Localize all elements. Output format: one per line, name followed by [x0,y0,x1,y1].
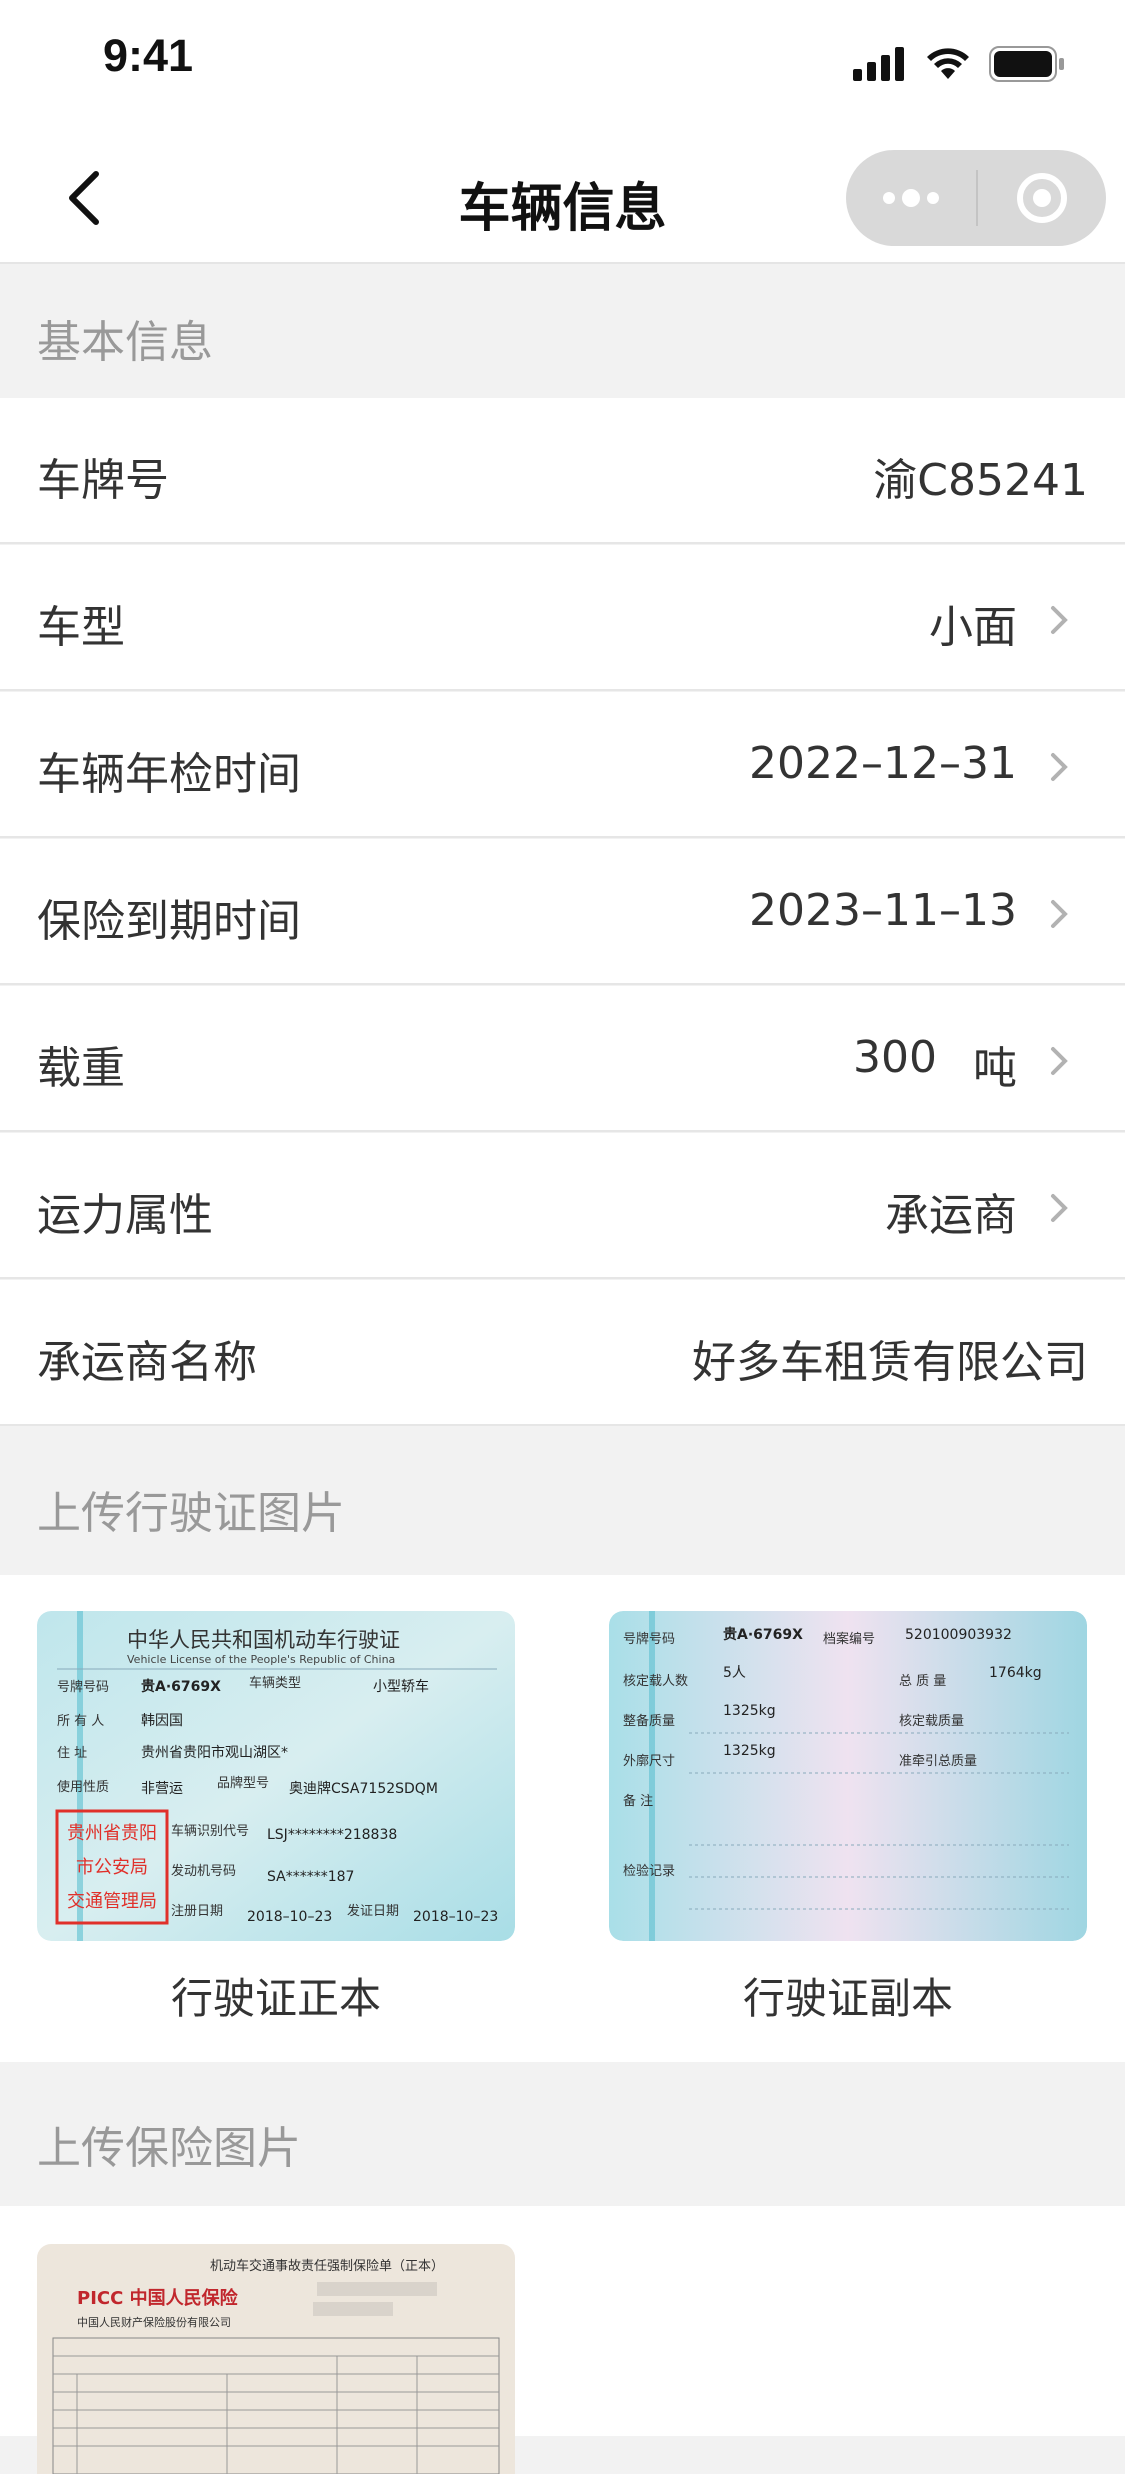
total-label: 总 质 量 [899,1674,946,1689]
more-dots-icon [883,189,939,207]
row-value: 承运商 [885,1190,1017,1241]
file-value: 520100903932 [905,1627,1012,1643]
row-label: 保险到期时间 [37,896,301,947]
license-title-en: Vehicle License of the People's Republic… [127,1653,395,1666]
close-target-icon [1017,173,1067,223]
status-icons [853,44,1065,84]
row-insurance-expiry[interactable]: 保险到期时间 2023–11–13 [0,839,1125,985]
status-bar: 9:41 [0,0,1125,132]
model-value: 奥迪牌CSA7152SDQM [289,1780,438,1797]
load-value: 300 [853,1032,937,1083]
row-carrier-name: 承运商名称 好多车租赁有限公司 [0,1280,1125,1426]
load-unit: 吨 [973,1043,1017,1094]
row-label: 车牌号 [37,455,169,506]
battery-icon [989,46,1064,82]
row-load-capacity[interactable]: 载重 300 吨 [0,986,1125,1132]
size-value: 1325kg [723,1743,776,1759]
use-label: 使用性质 [57,1779,109,1795]
chevron-right-icon [1051,753,1068,781]
total-value: 1764kg [989,1665,1042,1681]
seats-label: 核定载人数 [623,1674,688,1689]
tow-label: 准牵引总质量 [899,1754,977,1769]
mini-program-capsule [846,150,1106,246]
chevron-right-icon [1051,606,1068,634]
insurance-image[interactable]: 机动车交通事故责任强制保险单（正本） PICC 中国人民保险 中国人民财产保险股… [37,2244,515,2474]
size-label: 外廓尺寸 [623,1753,675,1769]
license-upload-area: 中华人民共和国机动车行驶证 Vehicle License of the Peo… [0,1575,1125,2062]
row-value: 好多车租赁有限公司 [692,1337,1088,1388]
chevron-right-icon [1051,900,1068,928]
chevron-right-icon [1051,1194,1068,1222]
row-label: 运力属性 [37,1190,213,1241]
license-back-image[interactable]: 号牌号码 贵A·6769X 档案编号 520100903932 核定载人数 5人… [609,1611,1087,1941]
signal-icon [853,47,904,81]
wifi-icon [927,48,969,79]
stamp-line-1: 贵州省贵阳 [67,1823,157,1844]
nav-bar: 车辆信息 [0,132,1125,264]
close-button[interactable] [978,150,1106,246]
owner-label: 所 有 人 [57,1714,104,1729]
row-capacity-attribute[interactable]: 运力属性 承运商 [0,1133,1125,1279]
owner-value: 韩因国 [141,1713,183,1729]
row-vehicle-type[interactable]: 车型 小面 [0,545,1125,691]
issue-label: 发证日期 [347,1903,399,1919]
type-value: 小型轿车 [373,1678,429,1695]
row-value: 2023–11–13 [749,885,1017,936]
section-title-license: 上传行驶证图片 [37,1488,345,1539]
row-value: 小面 [929,602,1017,653]
status-time: 9:41 [103,30,194,81]
back-plate-value: 贵A·6769X [723,1626,803,1643]
chevron-right-icon [1051,1047,1068,1075]
row-label: 车型 [37,602,125,653]
section-title-insurance: 上传保险图片 [37,2123,301,2174]
row-plate: 车牌号 渝C85241 [0,398,1125,544]
seats-value: 5人 [723,1665,746,1681]
insurance-brand: PICC 中国人民保险 [77,2287,239,2309]
license-front-caption: 行驶证正本 [170,1974,381,2023]
row-value: 渝C85241 [873,455,1088,506]
reg-label: 注册日期 [171,1904,223,1919]
load-label: 核定载质量 [899,1714,964,1729]
use-value: 非营运 [141,1781,183,1797]
more-button[interactable] [846,150,976,246]
engine-value: SA******187 [267,1869,354,1885]
license-front-image[interactable]: 中华人民共和国机动车行驶证 Vehicle License of the Peo… [37,1611,515,1941]
note-label: 备 注 [623,1793,653,1809]
model-label: 品牌型号 [217,1775,269,1791]
vin-value: LSJ********218838 [267,1827,397,1843]
section-license-upload: 上传行驶证图片 [0,1427,1125,1575]
stamp-line-3: 交通管理局 [67,1891,157,1912]
inspect-label: 检验记录 [623,1863,675,1879]
file-label: 档案编号 [823,1632,875,1647]
vin-label: 车辆识别代号 [171,1823,249,1839]
insurance-upload-area: 机动车交通事故责任强制保险单（正本） PICC 中国人民保险 中国人民财产保险股… [0,2206,1125,2474]
section-basic-info: 基本信息 [0,264,1125,398]
reg-value: 2018–10–23 [247,1909,332,1925]
license-title-cn: 中华人民共和国机动车行驶证 [127,1628,400,1652]
plate-value: 贵A·6769X [141,1678,221,1695]
issue-value: 2018–10–23 [413,1909,498,1925]
type-label: 车辆类型 [249,1675,301,1691]
curb-value: 1325kg [723,1703,776,1719]
insurance-company: 中国人民财产保险股份有限公司 [77,2315,231,2329]
row-inspection-date[interactable]: 车辆年检时间 2022–12–31 [0,692,1125,838]
row-label: 载重 [37,1043,125,1094]
plate-label: 号牌号码 [57,1679,109,1695]
section-insurance-upload: 上传保险图片 [0,2062,1125,2206]
address-value: 贵州省贵阳市观山湖区* [141,1744,288,1761]
back-plate-label: 号牌号码 [623,1631,675,1647]
insurance-doc-title: 机动车交通事故责任强制保险单（正本） [210,2258,444,2274]
engine-label: 发动机号码 [171,1863,236,1879]
row-label: 承运商名称 [37,1337,257,1388]
address-label: 住 址 [57,1746,87,1761]
row-label: 车辆年检时间 [37,749,301,800]
row-value: 2022–12–31 [749,738,1017,789]
stamp-line-2: 市公安局 [76,1857,148,1878]
section-title-basic: 基本信息 [37,317,213,368]
curb-label: 整备质量 [623,1713,675,1729]
license-back-caption: 行驶证副本 [742,1974,953,2023]
